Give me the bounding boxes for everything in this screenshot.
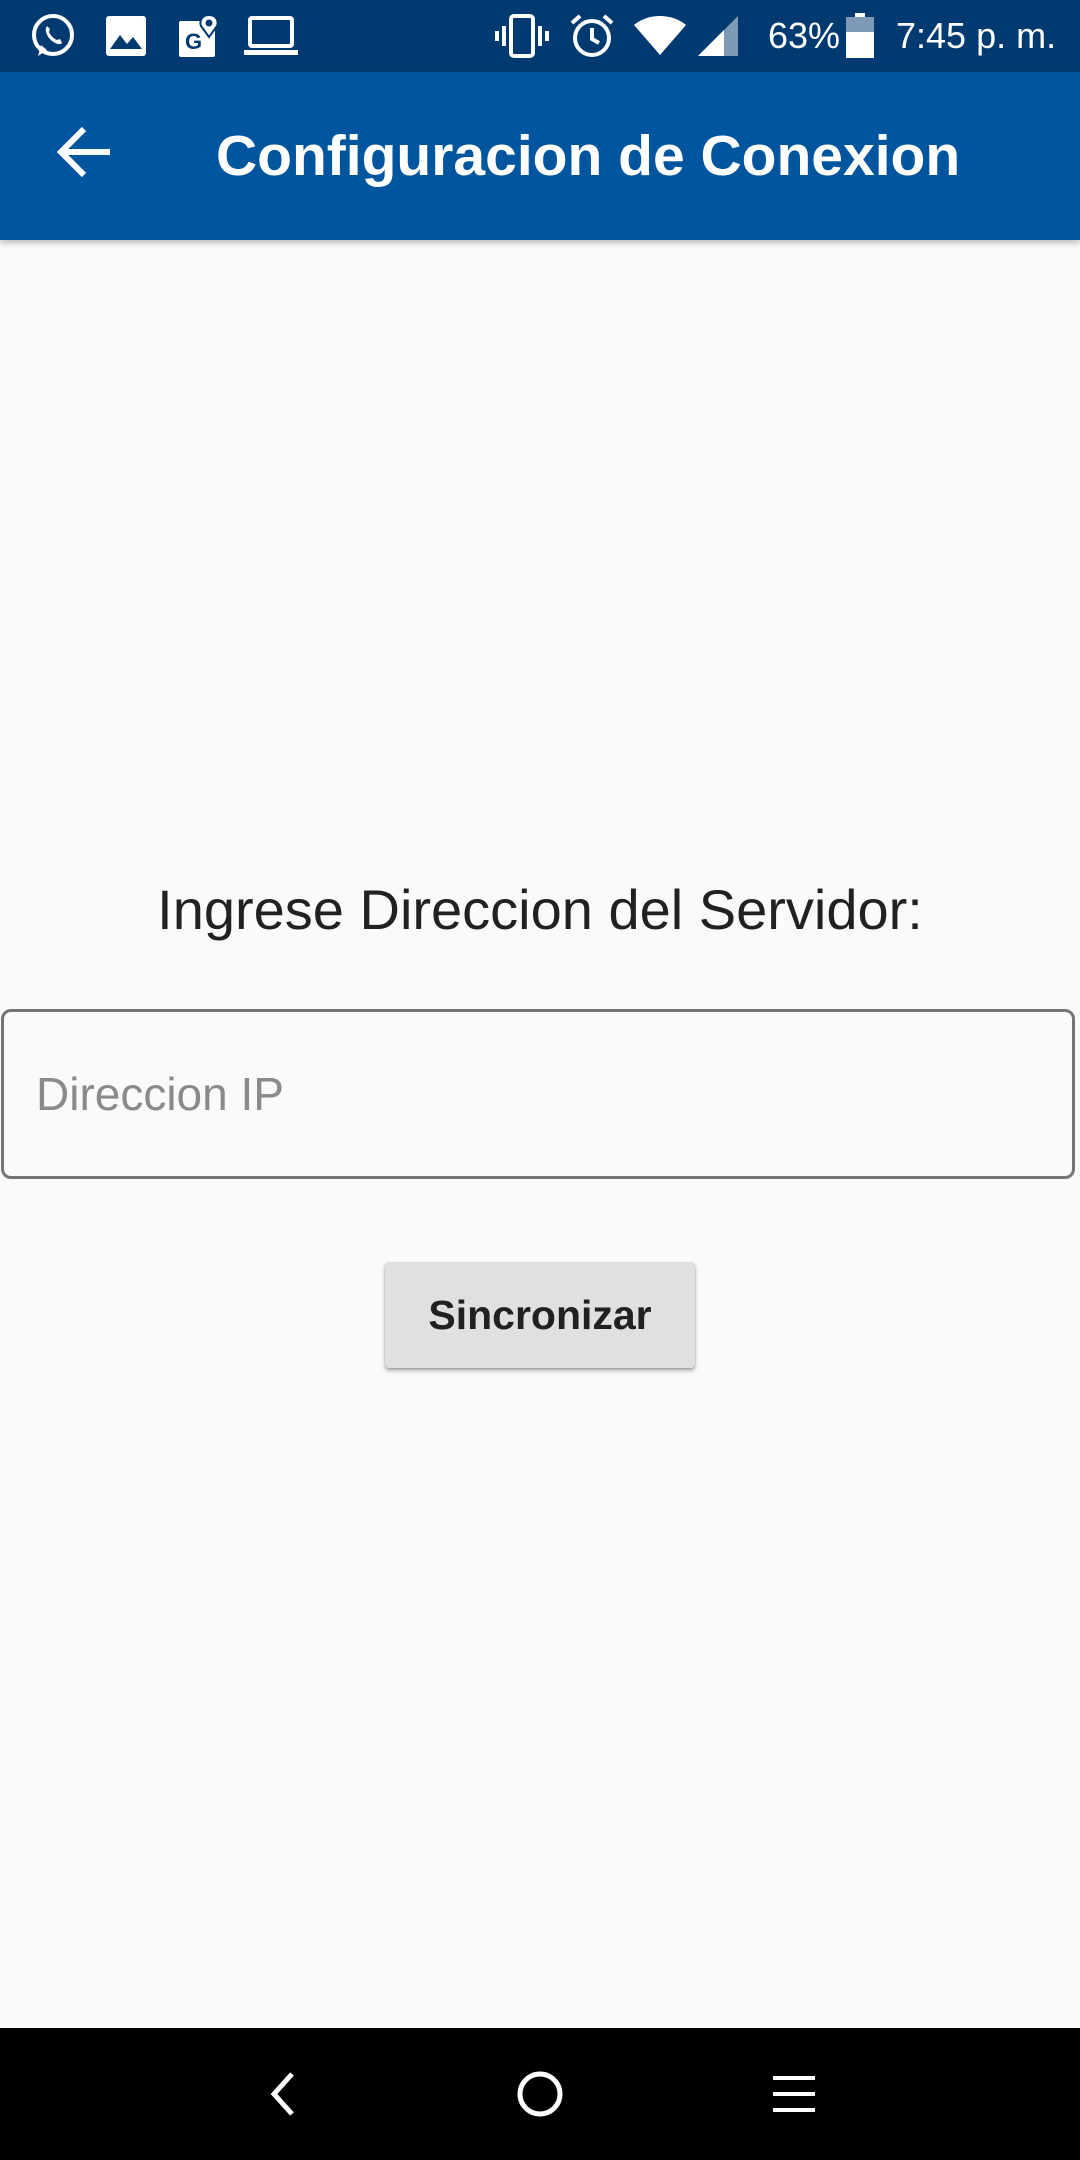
status-bar: G 63% 7:45 p. m. (0, 0, 1080, 72)
nav-back-icon (264, 2070, 304, 2118)
battery-percent: 63% (768, 15, 841, 56)
whatsapp-icon (28, 12, 78, 60)
nav-back-button[interactable] (248, 2058, 320, 2130)
main-content: Ingrese Direccion del Servidor: Sincroni… (0, 240, 1080, 2028)
sync-button[interactable]: Sincronizar (385, 1262, 695, 1368)
svg-text:G: G (185, 29, 202, 54)
arrow-back-icon (56, 126, 112, 178)
clock-time: 7:45 p. m. (896, 15, 1057, 56)
wifi-icon (632, 12, 688, 60)
nav-menu-icon (771, 2072, 817, 2116)
ip-address-field[interactable] (1, 1009, 1075, 1179)
maps-icon: G (176, 12, 224, 60)
page-title: Configuracion de Conexion (216, 124, 961, 188)
nav-home-icon (516, 2070, 564, 2118)
battery-icon (844, 12, 876, 60)
app-bar: Configuracion de Conexion (0, 72, 1080, 240)
nav-home-button[interactable] (504, 2058, 576, 2130)
system-nav-bar (0, 2028, 1080, 2160)
server-address-label: Ingrese Direccion del Servidor: (157, 878, 923, 941)
vibrate-icon (494, 12, 550, 60)
ip-address-input[interactable] (36, 1012, 1036, 1176)
gallery-icon (104, 12, 148, 60)
laptop-icon (244, 12, 298, 60)
alarm-icon (568, 12, 616, 60)
back-button[interactable] (44, 112, 124, 192)
cell-signal-icon (696, 12, 740, 60)
nav-menu-button[interactable] (758, 2058, 830, 2130)
